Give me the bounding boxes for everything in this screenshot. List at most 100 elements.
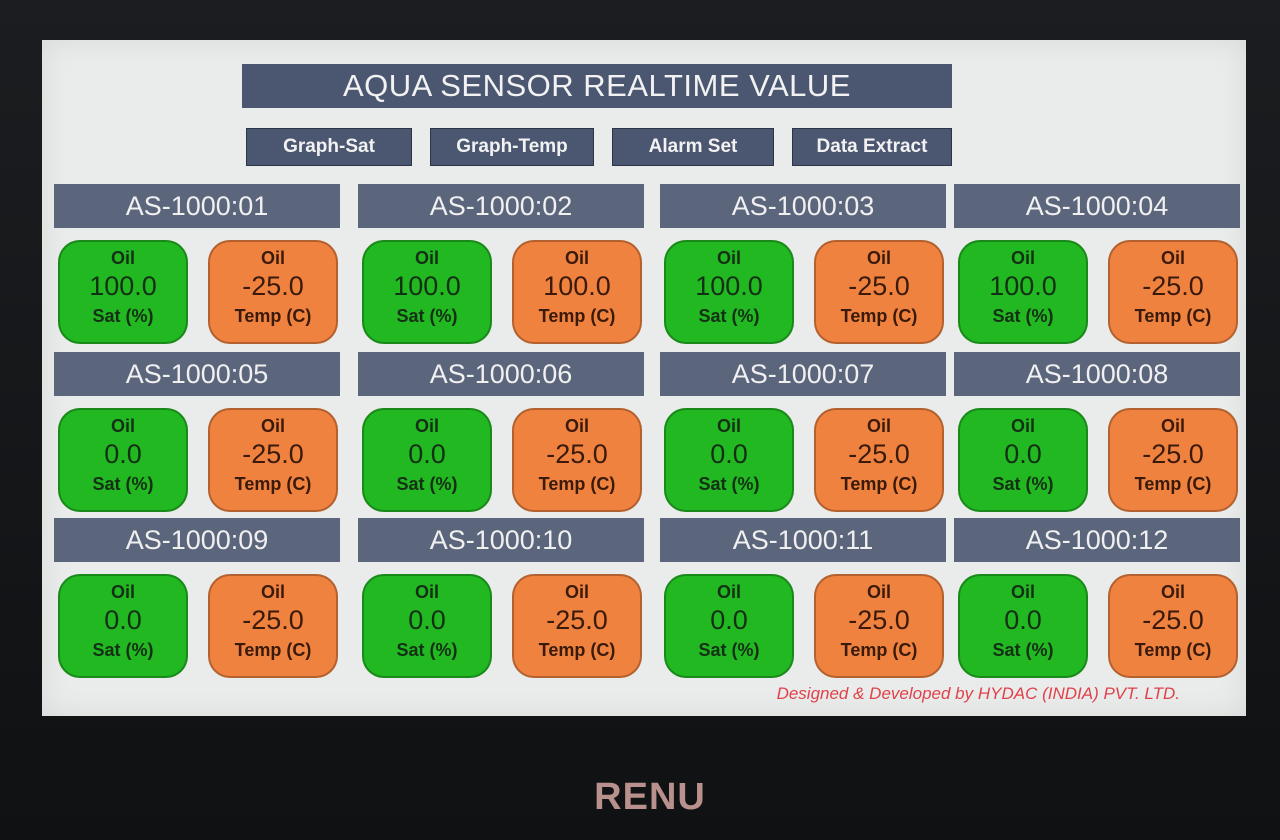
sensor-header: AS-1000:02 — [358, 184, 644, 228]
reading-value: -25.0 — [1142, 271, 1204, 301]
unit-label: Temp (C) — [840, 640, 918, 660]
unit-label: Temp (C) — [538, 306, 616, 326]
saturation-tile: Oil 0.0 Sat (%) — [664, 574, 794, 678]
unit-label: Temp (C) — [840, 474, 918, 494]
sensor-header: AS-1000:08 — [954, 352, 1240, 396]
sensor-header: AS-1000:03 — [660, 184, 946, 228]
sensor-header: AS-1000:10 — [358, 518, 644, 562]
medium-label: Oil — [110, 248, 135, 268]
saturation-tile: Oil 100.0 Sat (%) — [958, 240, 1088, 344]
reading-value: 0.0 — [710, 605, 748, 635]
saturation-tile: Oil 0.0 Sat (%) — [58, 408, 188, 512]
medium-label: Oil — [866, 416, 891, 436]
reading-value: 0.0 — [1004, 605, 1042, 635]
temperature-tile: Oil -25.0 Temp (C) — [512, 408, 642, 512]
graph-sat-button[interactable]: Graph-Sat — [246, 128, 412, 166]
medium-label: Oil — [866, 248, 891, 268]
unit-label: Temp (C) — [234, 474, 312, 494]
reading-value: 0.0 — [710, 439, 748, 469]
reading-value: -25.0 — [242, 605, 304, 635]
medium-label: Oil — [564, 416, 589, 436]
saturation-tile: Oil 100.0 Sat (%) — [664, 240, 794, 344]
medium-label: Oil — [260, 416, 285, 436]
reading-value: -25.0 — [242, 439, 304, 469]
sensor-header: AS-1000:07 — [660, 352, 946, 396]
unit-label: Sat (%) — [698, 306, 760, 326]
medium-label: Oil — [716, 582, 741, 602]
unit-label: Sat (%) — [992, 640, 1054, 660]
medium-label: Oil — [1010, 248, 1035, 268]
reading-value: -25.0 — [1142, 605, 1204, 635]
temperature-tile: Oil -25.0 Temp (C) — [512, 574, 642, 678]
medium-label: Oil — [1160, 248, 1185, 268]
temperature-tile: Oil -25.0 Temp (C) — [1108, 574, 1238, 678]
medium-label: Oil — [260, 248, 285, 268]
unit-label: Temp (C) — [538, 474, 616, 494]
unit-label: Sat (%) — [698, 640, 760, 660]
unit-label: Sat (%) — [92, 306, 154, 326]
developer-credit: Designed & Developed by HYDAC (INDIA) PV… — [776, 684, 1180, 703]
sensor-header: AS-1000:11 — [660, 518, 946, 562]
sensor-header: AS-1000:04 — [954, 184, 1240, 228]
medium-label: Oil — [716, 248, 741, 268]
unit-label: Sat (%) — [396, 306, 458, 326]
saturation-tile: Oil 0.0 Sat (%) — [958, 408, 1088, 512]
temperature-tile: Oil -25.0 Temp (C) — [208, 408, 338, 512]
graph-temp-button[interactable]: Graph-Temp — [430, 128, 594, 166]
medium-label: Oil — [1160, 416, 1185, 436]
device-brand-logo: RENU — [594, 776, 706, 818]
reading-value: 100.0 — [989, 271, 1057, 301]
reading-value: 0.0 — [104, 439, 142, 469]
reading-value: -25.0 — [848, 439, 910, 469]
reading-value: 0.0 — [408, 439, 446, 469]
unit-label: Sat (%) — [698, 474, 760, 494]
sensor-header: AS-1000:05 — [54, 352, 340, 396]
saturation-tile: Oil 0.0 Sat (%) — [362, 408, 492, 512]
medium-label: Oil — [564, 582, 589, 602]
reading-value: -25.0 — [546, 605, 608, 635]
medium-label: Oil — [866, 582, 891, 602]
sensor-header: AS-1000:12 — [954, 518, 1240, 562]
temperature-tile: Oil -25.0 Temp (C) — [814, 574, 944, 678]
saturation-tile: Oil 0.0 Sat (%) — [58, 574, 188, 678]
reading-value: 100.0 — [89, 271, 157, 301]
saturation-tile: Oil 0.0 Sat (%) — [958, 574, 1088, 678]
reading-value: -25.0 — [1142, 439, 1204, 469]
data-extract-button[interactable]: Data Extract — [792, 128, 952, 166]
saturation-tile: Oil 100.0 Sat (%) — [58, 240, 188, 344]
medium-label: Oil — [1010, 582, 1035, 602]
reading-value: 100.0 — [695, 271, 763, 301]
unit-label: Temp (C) — [1134, 474, 1212, 494]
unit-label: Sat (%) — [992, 474, 1054, 494]
saturation-tile: Oil 0.0 Sat (%) — [362, 574, 492, 678]
medium-label: Oil — [1160, 582, 1185, 602]
temperature-tile: Oil -25.0 Temp (C) — [208, 574, 338, 678]
unit-label: Sat (%) — [92, 640, 154, 660]
medium-label: Oil — [716, 416, 741, 436]
temperature-tile: Oil -25.0 Temp (C) — [1108, 240, 1238, 344]
reading-value: 0.0 — [1004, 439, 1042, 469]
reading-value: 0.0 — [104, 605, 142, 635]
temperature-tile: Oil -25.0 Temp (C) — [814, 240, 944, 344]
alarm-set-button[interactable]: Alarm Set — [612, 128, 774, 166]
medium-label: Oil — [1010, 416, 1035, 436]
reading-value: 100.0 — [393, 271, 461, 301]
temperature-tile: Oil -25.0 Temp (C) — [814, 408, 944, 512]
unit-label: Sat (%) — [92, 474, 154, 494]
medium-label: Oil — [414, 582, 439, 602]
reading-value: 0.0 — [408, 605, 446, 635]
unit-label: Temp (C) — [1134, 640, 1212, 660]
medium-label: Oil — [260, 582, 285, 602]
temperature-tile: Oil 100.0 Temp (C) — [512, 240, 642, 344]
reading-value: 100.0 — [543, 271, 611, 301]
medium-label: Oil — [414, 248, 439, 268]
medium-label: Oil — [564, 248, 589, 268]
reading-value: -25.0 — [546, 439, 608, 469]
unit-label: Sat (%) — [396, 474, 458, 494]
medium-label: Oil — [110, 582, 135, 602]
unit-label: Temp (C) — [234, 640, 312, 660]
page-title: AQUA SENSOR REALTIME VALUE — [242, 64, 952, 108]
sensor-header: AS-1000:09 — [54, 518, 340, 562]
unit-label: Temp (C) — [1134, 306, 1212, 326]
reading-value: -25.0 — [848, 271, 910, 301]
